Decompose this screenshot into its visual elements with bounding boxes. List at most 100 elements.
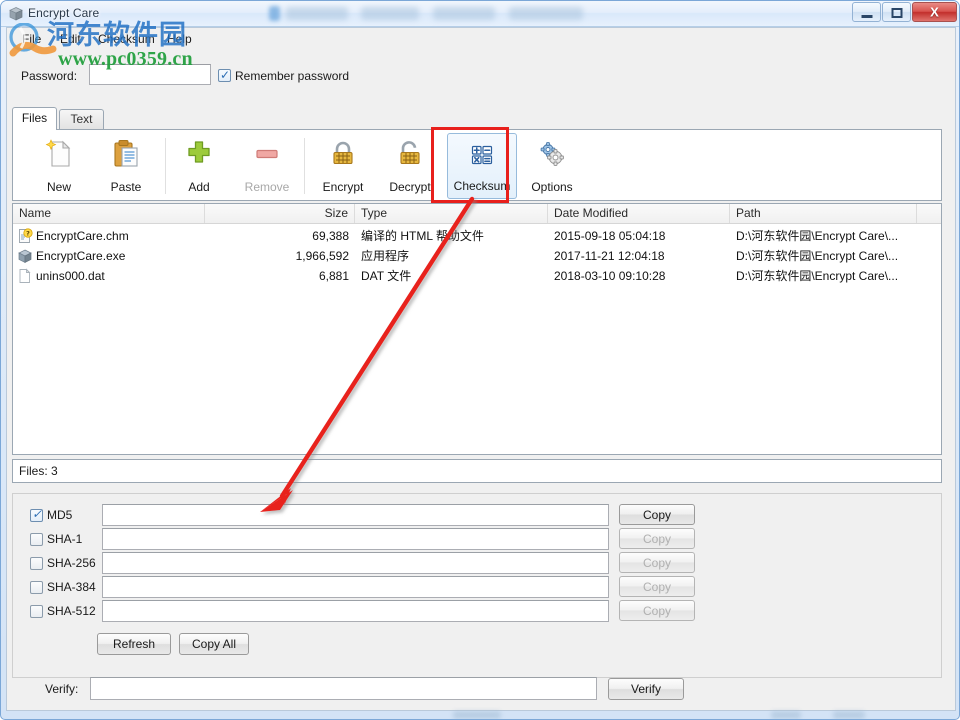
toolbar-button-options[interactable]: Options xyxy=(519,133,585,199)
checkbox-sha256[interactable] xyxy=(30,557,43,570)
toolbar-button-new[interactable]: New xyxy=(29,133,89,199)
toolbar-button-decrypt[interactable]: Decrypt xyxy=(377,133,443,199)
column-header-date-modified[interactable]: Date Modified xyxy=(548,204,730,223)
table-row[interactable]: unins000.dat 6,881 DAT 文件 2018-03-10 09:… xyxy=(13,266,941,286)
cell-type: DAT 文件 xyxy=(361,266,548,286)
toolbar-button-add[interactable]: Add xyxy=(171,133,227,199)
column-header-size[interactable]: Size xyxy=(205,204,355,223)
input-sha256[interactable] xyxy=(102,552,609,574)
file-count-label: Files: 3 xyxy=(19,464,58,478)
toolbar-label-remove: Remove xyxy=(232,180,302,194)
remember-password-checkbox[interactable]: ✓ xyxy=(218,69,231,82)
password-input[interactable] xyxy=(89,64,211,85)
new-file-icon xyxy=(42,137,76,171)
toolbar-button-remove[interactable]: Remove xyxy=(232,133,302,199)
checksum-row-sha1: SHA-1 Copy xyxy=(13,528,941,552)
menu-item-edit[interactable]: Edit xyxy=(54,31,87,47)
input-sha384[interactable] xyxy=(102,576,609,598)
copy-button-sha256[interactable]: Copy xyxy=(619,552,695,573)
toolbar-button-checksum[interactable]: Checksum xyxy=(447,133,517,199)
application-window: Encrypt Care X File Edit Checksum Help P… xyxy=(0,0,960,720)
column-header-name[interactable]: Name xyxy=(13,204,205,223)
window-title: Encrypt Care xyxy=(28,6,99,20)
toolbar-separator-1 xyxy=(165,138,166,194)
checkmark-icon: ✓ xyxy=(220,69,230,82)
menu-item-help[interactable]: Help xyxy=(161,31,198,47)
maximize-button[interactable] xyxy=(882,2,911,22)
close-button[interactable]: X xyxy=(912,2,957,22)
input-sha1[interactable] xyxy=(102,528,609,550)
column-header-type[interactable]: Type xyxy=(355,204,548,223)
toolbar-label-decrypt: Decrypt xyxy=(377,180,443,194)
file-list-header: Name Size Type Date Modified Path xyxy=(13,204,941,224)
cell-path: D:\河东软件园\Encrypt Care\... xyxy=(736,246,936,266)
checksum-row-sha256: SHA-256 Copy xyxy=(13,552,941,576)
titlebar-watermark-blur xyxy=(269,6,280,21)
table-row[interactable]: ? EncryptCare.chm 69,388 编译的 HTML 帮助文件 2… xyxy=(13,226,941,246)
lock-open-icon xyxy=(393,137,427,171)
checksum-row-md5: ✓ MD5 Copy xyxy=(13,504,941,528)
cell-type: 应用程序 xyxy=(361,246,548,266)
verify-label: Verify: xyxy=(45,682,78,696)
checkbox-sha1[interactable] xyxy=(30,533,43,546)
menu-bar: File Edit Checksum Help xyxy=(7,28,955,50)
toolbar-button-encrypt[interactable]: Encrypt xyxy=(310,133,376,199)
copy-button-sha384[interactable]: Copy xyxy=(619,576,695,597)
cell-path: D:\河东软件园\Encrypt Care\... xyxy=(736,266,936,286)
label-sha384: SHA-384 xyxy=(47,580,96,594)
tab-files[interactable]: Files xyxy=(12,107,57,130)
cell-date: 2017-11-21 12:04:18 xyxy=(554,246,730,266)
copy-all-button[interactable]: Copy All xyxy=(179,633,249,655)
column-label-size: Size xyxy=(325,204,348,223)
copy-button-md5[interactable]: Copy xyxy=(619,504,695,525)
refresh-button[interactable]: Refresh xyxy=(97,633,171,655)
toolbar: New Paste xyxy=(12,129,942,201)
label-sha256: SHA-256 xyxy=(47,556,96,570)
titlebar-blur-4 xyxy=(509,7,583,20)
lock-closed-icon xyxy=(326,137,360,171)
bottom-blur-1 xyxy=(453,711,501,719)
toolbar-label-checksum: Checksum xyxy=(448,179,516,193)
toolbar-label-encrypt: Encrypt xyxy=(310,180,376,194)
bottom-blur-2 xyxy=(771,711,801,719)
label-sha1: SHA-1 xyxy=(47,532,82,546)
toolbar-label-paste: Paste xyxy=(96,180,156,194)
toolbar-label-new: New xyxy=(29,180,89,194)
verify-input[interactable] xyxy=(90,677,597,700)
toolbar-button-paste[interactable]: Paste xyxy=(96,133,156,199)
file-list[interactable]: Name Size Type Date Modified Path xyxy=(12,203,942,455)
input-md5[interactable] xyxy=(102,504,609,526)
paste-icon xyxy=(109,137,143,171)
minimize-button[interactable] xyxy=(852,2,881,22)
remember-password-label: Remember password xyxy=(235,69,349,83)
cell-size: 6,881 xyxy=(205,266,349,286)
cell-size: 69,388 xyxy=(205,226,349,246)
column-label-name: Name xyxy=(19,204,51,223)
tab-strip: Text Files xyxy=(12,107,942,129)
cell-date: 2018-03-10 09:10:28 xyxy=(554,266,730,286)
cell-date: 2015-09-18 05:04:18 xyxy=(554,226,730,246)
copy-button-sha512[interactable]: Copy xyxy=(619,600,695,621)
titlebar-blur-1 xyxy=(286,7,348,20)
menu-item-file[interactable]: File xyxy=(16,31,47,47)
copy-button-sha1[interactable]: Copy xyxy=(619,528,695,549)
checkbox-sha512[interactable] xyxy=(30,605,43,618)
checkbox-md5[interactable]: ✓ xyxy=(30,509,43,522)
table-row[interactable]: EncryptCare.exe 1,966,592 应用程序 2017-11-2… xyxy=(13,246,941,266)
toolbar-label-add: Add xyxy=(171,180,227,194)
column-header-spare[interactable] xyxy=(917,204,941,223)
tab-text[interactable]: Text xyxy=(59,109,104,129)
cell-name: unins000.dat xyxy=(36,266,205,286)
checksum-row-sha512: SHA-512 Copy xyxy=(13,600,941,624)
app-cube-icon xyxy=(8,6,24,22)
cell-size: 1,966,592 xyxy=(205,246,349,266)
status-bar: Files: 3 xyxy=(12,459,942,483)
checkbox-sha384[interactable] xyxy=(30,581,43,594)
menu-item-checksum[interactable]: Checksum xyxy=(92,31,161,47)
verify-button[interactable]: Verify xyxy=(608,678,684,700)
column-header-path[interactable]: Path xyxy=(730,204,917,223)
input-sha512[interactable] xyxy=(102,600,609,622)
cell-path: D:\河东软件园\Encrypt Care\... xyxy=(736,226,936,246)
plus-icon xyxy=(182,137,216,171)
column-label-path: Path xyxy=(736,204,761,223)
